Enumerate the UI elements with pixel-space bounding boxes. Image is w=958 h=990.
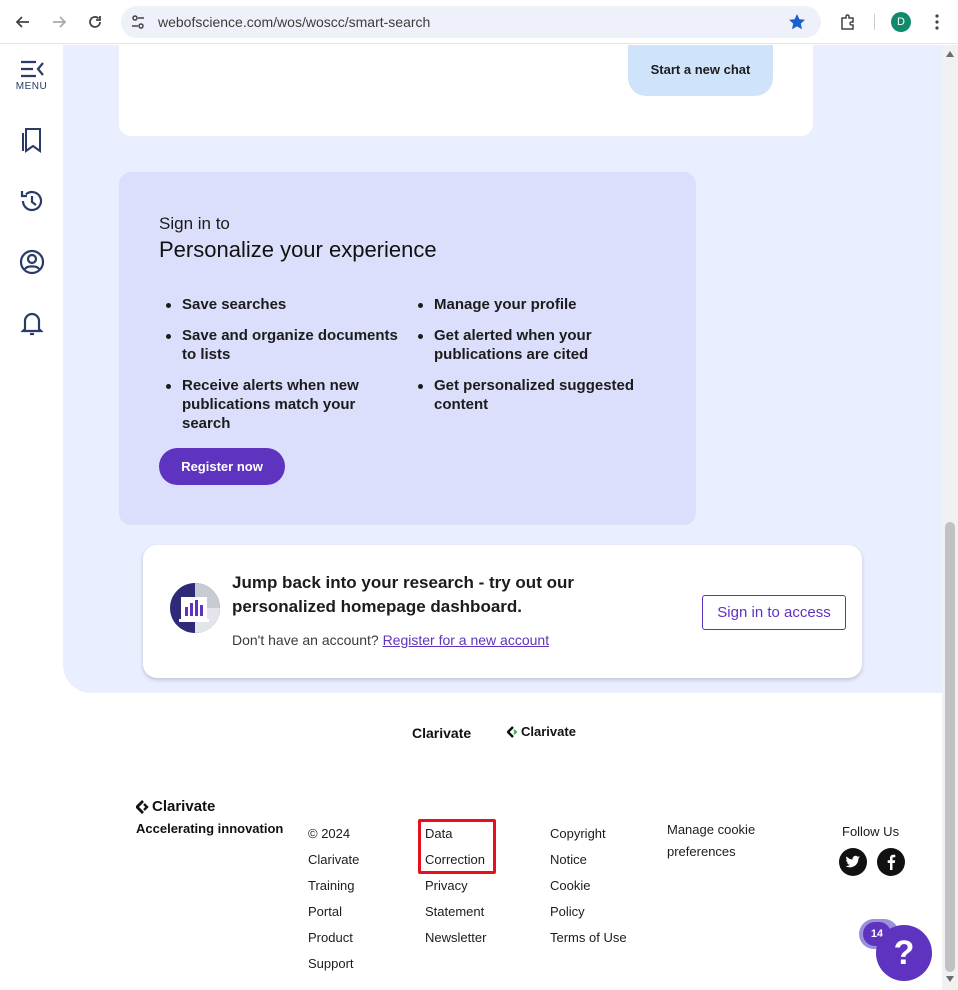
browser-toolbar: webofscience.com/wos/woscc/smart-search … xyxy=(0,0,958,44)
sign-in-pre-title: Sign in to xyxy=(159,214,230,233)
no-account-line: Don't have an account? Register for a ne… xyxy=(232,632,549,648)
highlight-box xyxy=(418,819,496,874)
clarivate-mark-icon xyxy=(507,725,518,738)
footer-link-terms[interactable]: Terms of Use xyxy=(550,925,627,951)
footer-link-copyright-notice[interactable]: Notice xyxy=(550,847,627,873)
footer-link-newsletter[interactable]: Newsletter xyxy=(425,925,486,951)
reload-icon xyxy=(89,16,101,28)
left-sidebar: MENU xyxy=(0,45,63,990)
clarivate-logo: Clarivate xyxy=(507,724,576,739)
clarivate-mark-icon xyxy=(136,799,149,814)
dashboard-promo-title: Jump back into your research - try out o… xyxy=(232,573,574,616)
sidebar-item-alerts[interactable] xyxy=(0,310,63,336)
dashboard-chart-icon xyxy=(170,583,220,633)
extensions-button[interactable] xyxy=(836,10,860,34)
user-profile-icon xyxy=(19,249,44,275)
copyright-text: © 2024 xyxy=(308,826,351,841)
sidebar-menu-toggle[interactable]: MENU xyxy=(0,59,63,92)
footer-brand: Clarivate xyxy=(136,798,215,815)
footer-col-4: Manage cookie preferences xyxy=(667,819,755,863)
dashboard-promo-card: Jump back into your research - try out o… xyxy=(143,545,862,678)
browser-menu-button[interactable] xyxy=(925,10,949,34)
footer-link-privacy-statement[interactable]: Statement xyxy=(425,899,486,925)
footer-col-3: Copyright Notice Cookie Policy Terms of … xyxy=(550,821,627,951)
page-scrollbar[interactable] xyxy=(942,45,958,990)
sign-in-promo-card: Sign in to Personalize your experience S… xyxy=(119,172,696,525)
clarivate-logo-text: Clarivate xyxy=(521,724,576,739)
scrollbar-thumb[interactable] xyxy=(945,522,955,972)
footer-link-cookie[interactable]: Cookie xyxy=(550,873,627,899)
footer-link-product[interactable]: Product xyxy=(308,925,359,951)
sidebar-item-history[interactable] xyxy=(0,188,63,214)
page-viewport: MENU Start a new chat Sign in to Persona… xyxy=(0,45,942,990)
benefit-item: Receive alerts when new publications mat… xyxy=(159,376,399,433)
twitter-link[interactable] xyxy=(839,848,867,876)
toolbar-divider xyxy=(874,14,875,30)
sidebar-item-saved-lists[interactable] xyxy=(0,127,63,153)
footer-tagline: Accelerating innovation xyxy=(136,821,284,836)
bell-icon xyxy=(19,312,44,336)
benefit-item: Get personalized suggested content xyxy=(411,376,641,414)
footer-brand-text: Clarivate xyxy=(152,798,216,815)
footer-link-portal[interactable]: Portal xyxy=(308,899,359,925)
back-arrow-icon xyxy=(15,16,29,28)
menu-collapse-icon xyxy=(20,60,44,78)
footer-link-privacy[interactable]: Privacy xyxy=(425,873,486,899)
clarivate-wordmark: Clarivate xyxy=(412,725,472,741)
forward-arrow-icon xyxy=(53,16,67,28)
bookmarks-icon xyxy=(21,128,41,153)
benefit-item: Get alerted when your publications are c… xyxy=(411,326,641,364)
start-new-chat-button[interactable]: Start a new chat xyxy=(628,45,773,96)
no-account-text: Don't have an account? xyxy=(232,632,379,648)
profile-avatar[interactable]: D xyxy=(891,12,911,32)
footer-link-training[interactable]: Training xyxy=(308,873,359,899)
address-bar[interactable]: webofscience.com/wos/woscc/smart-search xyxy=(121,6,821,38)
follow-us-label: Follow Us xyxy=(842,824,900,839)
puzzle-icon xyxy=(841,14,854,30)
url-text[interactable]: webofscience.com/wos/woscc/smart-search xyxy=(158,14,430,30)
help-button[interactable]: ? xyxy=(876,925,932,981)
twitter-icon xyxy=(845,855,860,868)
facebook-icon xyxy=(887,854,896,870)
footer-link-clarivate[interactable]: Clarivate xyxy=(308,847,359,873)
personalize-title: Personalize your experience xyxy=(159,237,437,262)
menu-label: MENU xyxy=(15,81,48,92)
benefits-list-right: Manage your profile Get alerted when you… xyxy=(411,295,641,426)
sign-in-to-access-button[interactable]: Sign in to access xyxy=(702,595,846,630)
sidebar-item-profile[interactable] xyxy=(0,249,63,275)
back-button[interactable] xyxy=(11,10,35,34)
benefit-item: Save searches xyxy=(159,295,399,314)
register-now-button[interactable]: Register now xyxy=(159,448,285,485)
history-icon xyxy=(20,190,42,212)
site-settings-icon[interactable] xyxy=(130,14,146,30)
reload-button[interactable] xyxy=(83,10,107,34)
benefits-list-left: Save searches Save and organize document… xyxy=(159,295,399,445)
register-new-account-link[interactable]: Register for a new account xyxy=(383,632,550,648)
footer-link-copyright[interactable]: Copyright xyxy=(550,821,627,847)
scroll-up-arrow-icon[interactable] xyxy=(946,51,954,57)
footer-col-1: © 2024 Clarivate Training Portal Product… xyxy=(308,821,359,977)
footer-link-support[interactable]: Support xyxy=(308,951,359,977)
benefit-item: Manage your profile xyxy=(411,295,641,314)
footer-link-manage-cookie[interactable]: Manage cookie xyxy=(667,819,755,841)
footer-link-cookie-preferences[interactable]: preferences xyxy=(667,841,755,863)
footer-link-cookie-policy[interactable]: Policy xyxy=(550,899,627,925)
forward-button[interactable] xyxy=(47,10,71,34)
benefit-item: Save and organize documents to lists xyxy=(159,326,399,364)
scroll-down-arrow-icon[interactable] xyxy=(946,976,954,982)
bookmark-star-icon[interactable] xyxy=(787,12,807,32)
facebook-link[interactable] xyxy=(877,848,905,876)
kebab-menu-icon xyxy=(935,14,939,30)
